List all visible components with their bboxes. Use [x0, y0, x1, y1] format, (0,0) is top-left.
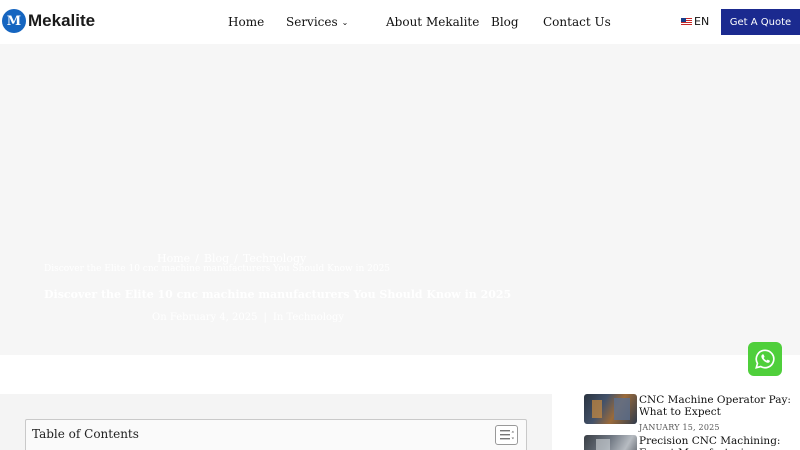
whatsapp-button[interactable] [748, 342, 782, 376]
sidebar-post[interactable]: CNC Machine Operator Pay: What to Expect… [584, 394, 795, 432]
nav-about[interactable]: About Mekalite [386, 15, 479, 29]
toc-title: Table of Contents [32, 427, 139, 441]
nav-home[interactable]: Home [228, 15, 264, 29]
post-category[interactable]: In Technology [273, 312, 344, 323]
hero-banner: Home / Blog / Technology Discover the Elite … [0, 44, 800, 355]
site-header: M Mekalite Home Services ⌄ About Mekalite… [0, 0, 800, 44]
get-a-quote-button[interactable]: Get A Quote [721, 9, 800, 35]
list-toggle-icon [499, 430, 514, 440]
meta-separator: | [263, 312, 267, 323]
logo-mark-letter: M [6, 13, 22, 29]
sidebar-post-title[interactable]: CNC Machine Operator Pay: What to Expect [639, 394, 795, 418]
nav-services[interactable]: Services ⌄ [286, 15, 348, 29]
whatsapp-icon [755, 349, 775, 369]
breadcrumb-current: Discover the Elite 10 cnc machine manufa… [44, 264, 391, 274]
sidebar-post-title[interactable]: Precision CNC Machining: Expert Manufact… [639, 435, 795, 450]
logo-mark-icon: M [2, 9, 26, 33]
nav-services-label: Services [286, 15, 338, 29]
nav-blog[interactable]: Blog [491, 15, 519, 29]
post-meta: On February 4, 2025 | In Technology [152, 312, 344, 323]
sidebar-post-date: JANUARY 15, 2025 [639, 423, 720, 432]
page-title: Discover the Elite 10 cnc machine manufa… [44, 288, 512, 301]
chevron-down-icon: ⌄ [341, 18, 349, 27]
us-flag-icon [681, 17, 692, 26]
logo-text: Mekalite [28, 11, 96, 30]
page: M Mekalite Home Services ⌄ About Mekalite… [0, 0, 800, 450]
article-column: Table of Contents [0, 394, 552, 450]
post-thumbnail[interactable] [584, 435, 637, 450]
sidebar-post[interactable]: Precision CNC Machining: Expert Manufact… [584, 435, 795, 450]
language-label: EN [694, 15, 710, 28]
table-of-contents: Table of Contents [25, 419, 527, 450]
toc-toggle-button[interactable] [495, 425, 518, 445]
language-switcher[interactable]: EN [681, 15, 709, 28]
site-logo[interactable]: M Mekalite [2, 9, 95, 33]
post-thumbnail[interactable] [584, 394, 637, 424]
nav-contact[interactable]: Contact Us [543, 15, 611, 29]
post-date: On February 4, 2025 [152, 312, 258, 323]
